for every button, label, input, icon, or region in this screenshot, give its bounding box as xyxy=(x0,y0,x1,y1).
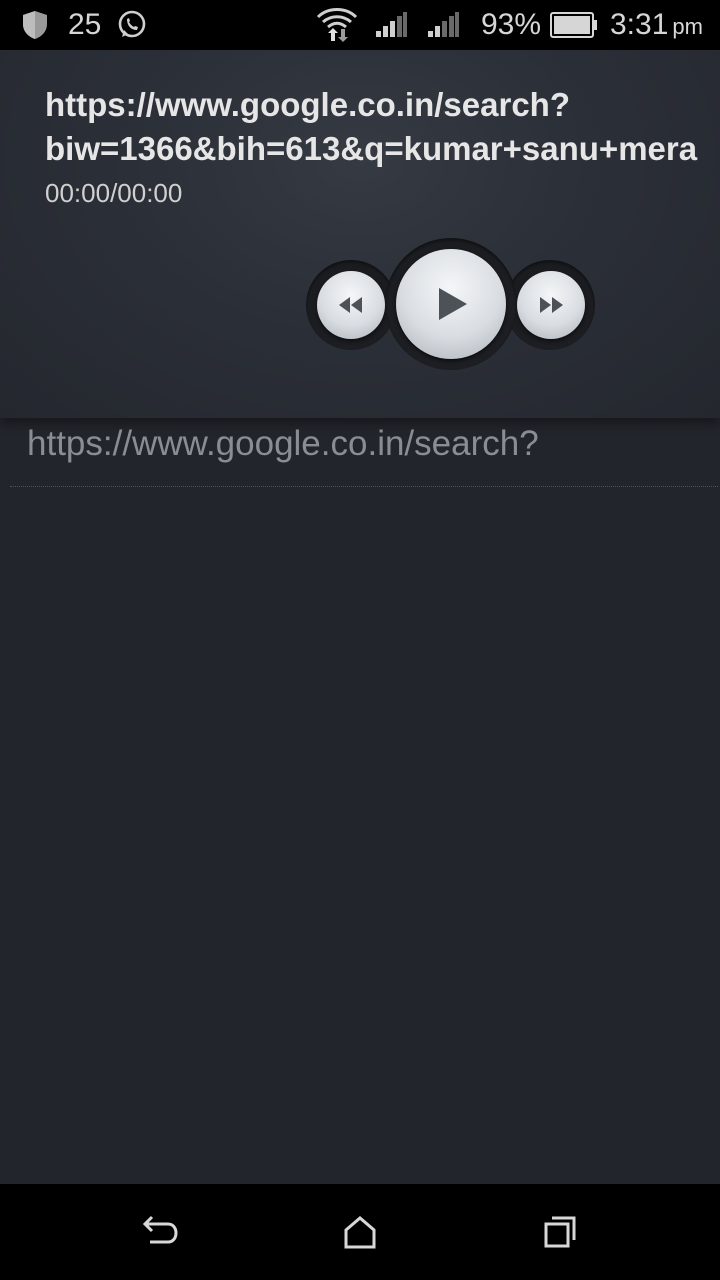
battery-icon xyxy=(550,0,598,50)
signal-icon xyxy=(374,0,408,50)
play-button[interactable] xyxy=(396,249,506,359)
home-icon xyxy=(344,1216,376,1249)
recents-icon xyxy=(544,1216,576,1248)
player-panel: https://www.google.co.in/search? biw=136… xyxy=(0,50,720,418)
clock-suffix: pm xyxy=(672,14,703,39)
rewind-icon xyxy=(339,297,362,313)
wifi-icon xyxy=(316,0,358,50)
list-item[interactable]: https://www.google.co.in/search? xyxy=(27,424,539,464)
shield-icon xyxy=(20,0,50,50)
playback-time: 00:00/00:00 xyxy=(45,178,183,208)
home-button[interactable] xyxy=(330,1202,390,1262)
clock-time: 3:31 xyxy=(610,8,669,41)
track-title-line-2: biw=1366&bih=613&q=kumar+sanu+mera xyxy=(45,130,698,167)
status-bar: 25 93% 3:31 pm xyxy=(0,0,720,50)
fast-forward-button[interactable] xyxy=(517,271,585,339)
notification-count: 25 xyxy=(68,8,102,41)
list-divider xyxy=(10,486,718,487)
track-title-line-1: https://www.google.co.in/search? xyxy=(45,86,570,123)
whatsapp-icon xyxy=(116,0,148,50)
back-button[interactable] xyxy=(130,1202,190,1262)
clock: 3:31 pm xyxy=(610,0,703,50)
back-icon xyxy=(142,1215,178,1244)
recents-button[interactable] xyxy=(530,1202,590,1262)
play-icon xyxy=(439,288,467,320)
fast-forward-icon xyxy=(540,297,563,313)
signal-icon xyxy=(426,0,460,50)
rewind-button[interactable] xyxy=(317,271,385,339)
nav-bar xyxy=(0,1184,720,1280)
battery-percent: 93% xyxy=(481,8,542,41)
